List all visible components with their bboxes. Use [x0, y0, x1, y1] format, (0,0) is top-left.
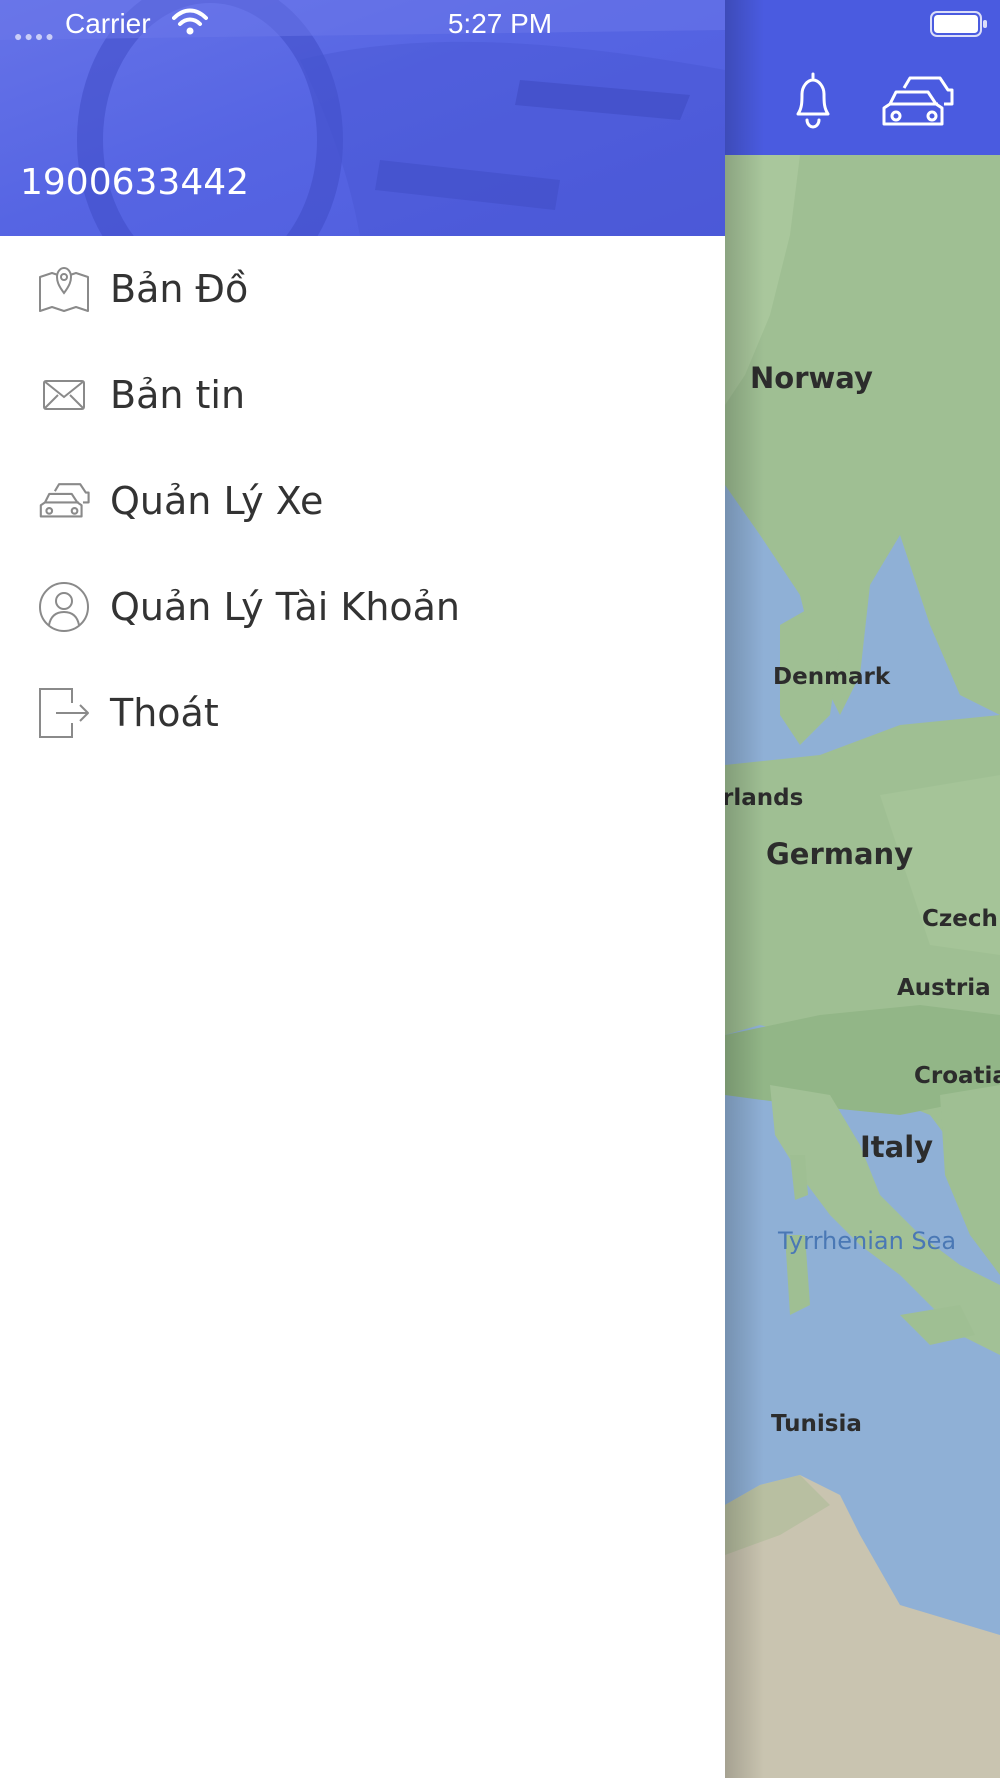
map-pin-icon [38, 263, 90, 315]
drawer-shadow [724, 0, 764, 1778]
cars-icon [38, 475, 90, 527]
battery-icon [930, 11, 988, 44]
map-label-denmark: Denmark [773, 664, 891, 690]
map-label-norway: Norway [750, 361, 873, 395]
side-drawer: 1900633442 Bản Đồ Bản tin Quản Lý Xe Quả… [0, 0, 725, 1778]
user-circle-icon [38, 581, 90, 633]
drawer-phone-number: 1900633442 [20, 162, 250, 203]
menu-item-map[interactable]: Bản Đồ [0, 236, 725, 342]
menu-item-account[interactable]: Quản Lý Tài Khoản [0, 554, 725, 660]
menu-item-vehicles[interactable]: Quản Lý Xe [0, 448, 725, 554]
map-label-germany: Germany [766, 837, 914, 871]
status-bar: ●●●● Carrier 5:27 PM [0, 0, 1000, 48]
menu-item-label: Quản Lý Xe [110, 479, 324, 523]
mail-icon [38, 369, 90, 421]
menu-item-news[interactable]: Bản tin [0, 342, 725, 448]
menu-item-label: Bản tin [110, 373, 246, 417]
menu-item-label: Thoát [110, 691, 219, 735]
map-label-italy: Italy [860, 1130, 934, 1164]
cars-icon[interactable] [880, 74, 954, 135]
drawer-menu: Bản Đồ Bản tin Quản Lý Xe Quản Lý Tài Kh… [0, 236, 725, 766]
map-label-czech: Czech [922, 906, 998, 932]
map-label-croatia: Croatia [914, 1063, 1000, 1089]
menu-item-label: Quản Lý Tài Khoản [110, 585, 461, 629]
status-time: 5:27 PM [447, 8, 553, 39]
map-label-tunisia: Tunisia [771, 1411, 862, 1437]
map-label-tyrrhenian-sea: Tyrrhenian Sea [778, 1227, 957, 1255]
map-label-austria: Austria [897, 975, 991, 1001]
menu-item-logout[interactable]: Thoát [0, 660, 725, 766]
bell-icon[interactable] [788, 70, 838, 137]
menu-item-label: Bản Đồ [110, 267, 249, 311]
logout-icon [38, 687, 90, 739]
